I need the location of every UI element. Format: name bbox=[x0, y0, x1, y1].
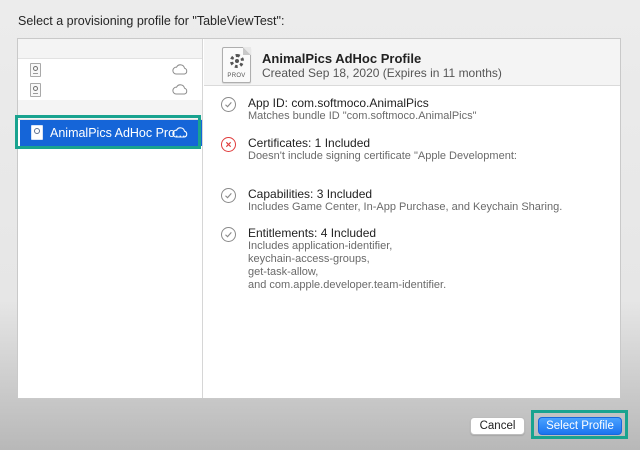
profile-browser-panel: AnimalPics AdHoc Pro... PROV AnimalPics … bbox=[17, 38, 621, 399]
app-id-desc: Matches bundle ID "com.softmoco.AnimalPi… bbox=[248, 110, 477, 122]
cancel-button[interactable]: Cancel bbox=[470, 417, 525, 435]
capabilities-desc: Includes Game Center, In-App Purchase, a… bbox=[248, 201, 563, 213]
capabilities-title: Capabilities: 3 Included bbox=[248, 187, 373, 201]
checkmark-icon bbox=[221, 227, 236, 242]
entitlements-desc-line: keychain-access-groups, bbox=[248, 253, 370, 265]
entitlements-title: Entitlements: 4 Included bbox=[248, 226, 377, 240]
profile-list-item[interactable] bbox=[18, 80, 202, 100]
provisioning-profile-icon bbox=[30, 83, 41, 97]
cloud-icon bbox=[172, 64, 188, 75]
certificates-title: Certificates: 1 Included bbox=[248, 136, 371, 150]
entitlements-desc-line: and com.apple.developer.team-identifier. bbox=[248, 279, 447, 291]
cloud-icon bbox=[172, 84, 188, 95]
checkmark-icon bbox=[221, 97, 236, 112]
checkmark-icon bbox=[221, 188, 236, 203]
select-button-highlight-box bbox=[531, 410, 628, 439]
provisioning-profile-icon bbox=[30, 63, 41, 77]
sidebar-group-header bbox=[18, 39, 202, 59]
profile-list-sidebar: AnimalPics AdHoc Pro... bbox=[18, 39, 203, 398]
entitlements-desc-line: get-task-allow, bbox=[248, 266, 319, 278]
entitlements-desc-line: Includes application-identifier, bbox=[248, 240, 393, 252]
profile-list-item[interactable] bbox=[18, 60, 202, 80]
profile-detail-header: PROV AnimalPics AdHoc Profile Created Se… bbox=[204, 39, 620, 86]
certificates-desc: Doesn't include signing certificate "App… bbox=[248, 150, 517, 162]
dialog-title: Select a provisioning profile for "Table… bbox=[18, 14, 285, 28]
provisioning-profile-large-icon: PROV bbox=[222, 47, 251, 83]
app-id-title: App ID: com.softmoco.AnimalPics bbox=[248, 96, 429, 110]
selection-highlight-box bbox=[15, 115, 201, 149]
profile-created-date: Created Sep 18, 2020 (Expires in 11 mont… bbox=[262, 66, 502, 80]
error-x-icon bbox=[221, 137, 236, 152]
profile-title: AnimalPics AdHoc Profile bbox=[262, 51, 422, 66]
prov-icon-label: PROV bbox=[227, 73, 246, 79]
